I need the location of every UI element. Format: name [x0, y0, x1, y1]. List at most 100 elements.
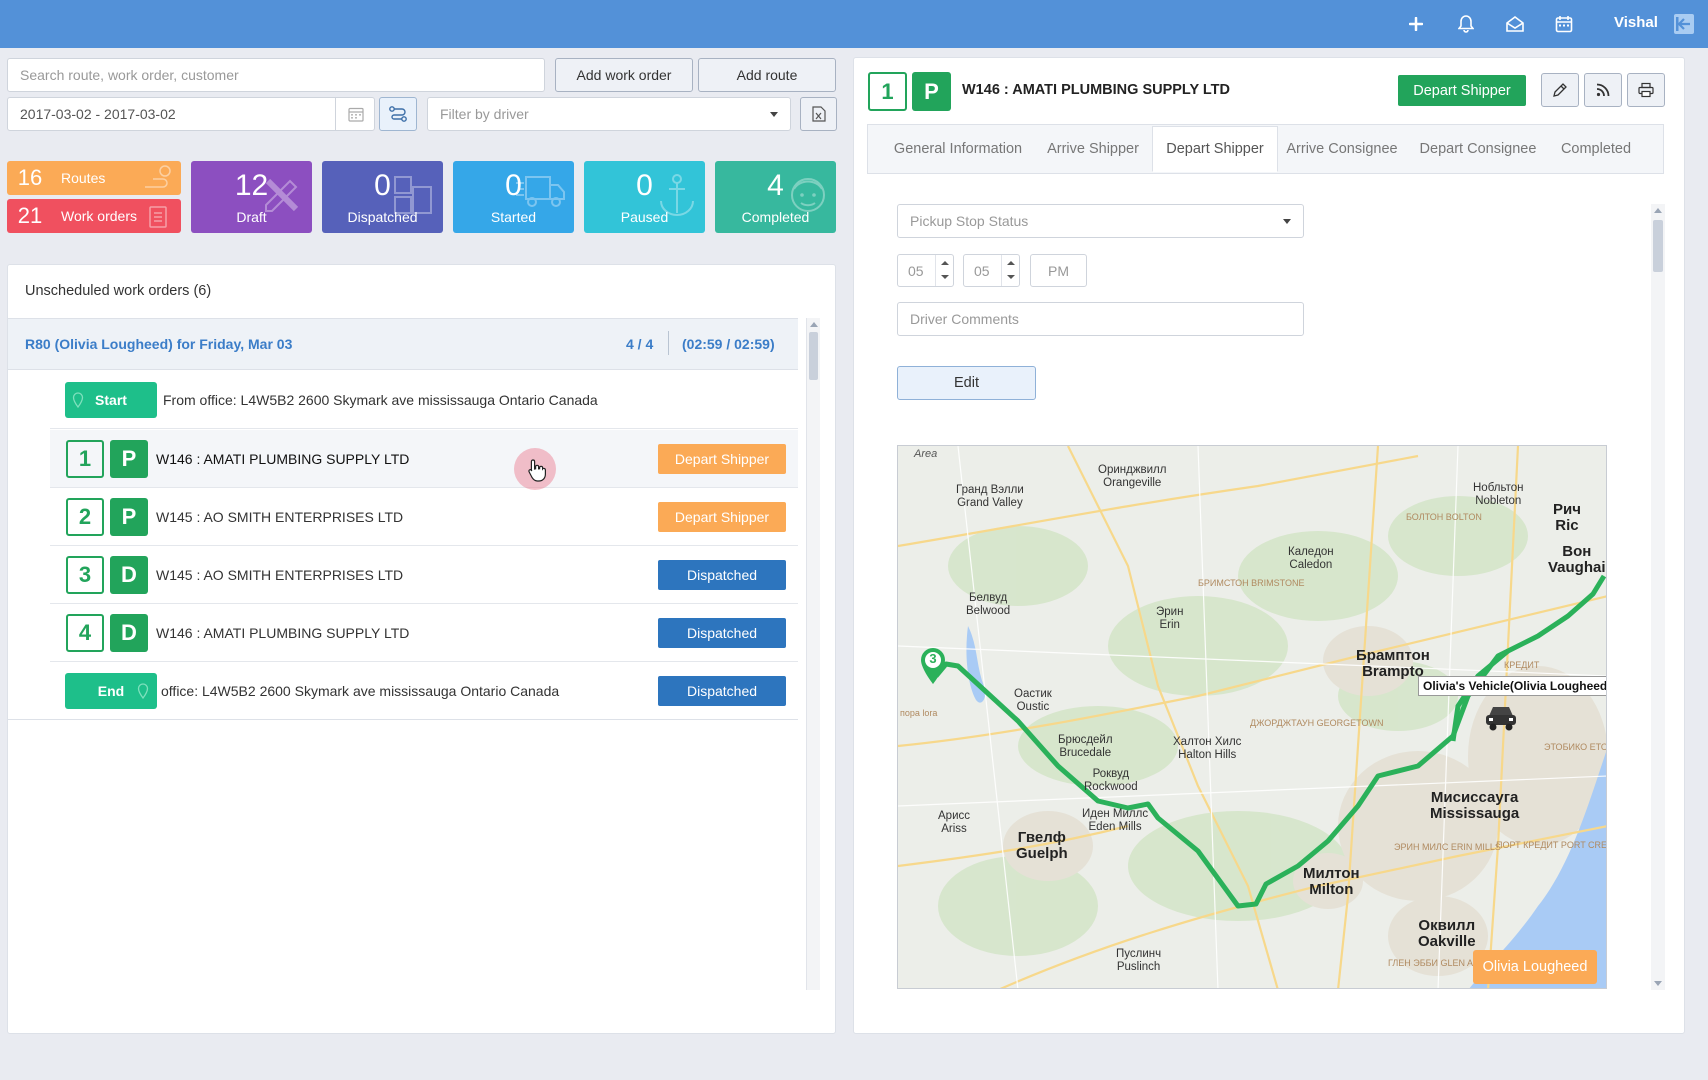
route-stop-row[interactable]: 4 D W146 : AMATI PLUMBING SUPPLY LTD Dis…: [50, 604, 798, 662]
bell-icon[interactable]: [1454, 12, 1478, 36]
map-place-label: Арисс Ariss: [938, 810, 970, 835]
tab-general-information[interactable]: General Information: [878, 126, 1038, 172]
vehicle-tooltip[interactable]: Olivia's Vehicle(Olivia Lougheed: [1418, 676, 1606, 696]
scroll-down-icon[interactable]: [1654, 981, 1662, 986]
map-place-label: Оастик Oustic: [1014, 688, 1052, 713]
unscheduled-title[interactable]: Unscheduled work orders (6): [25, 283, 211, 299]
map-district-label: ДЖОРДЖТАУН GEORGETOWN: [1250, 718, 1384, 728]
stop-type: D: [110, 613, 148, 652]
driver-filter-select[interactable]: Filter by driver: [427, 97, 791, 131]
route-start-row: Start From office: L4W5B2 2600 Skymark a…: [50, 371, 798, 429]
plus-icon[interactable]: [1404, 12, 1428, 36]
feed-button[interactable]: [1584, 73, 1622, 107]
map-area-label: Area: [914, 448, 938, 460]
driver-comments-input[interactable]: Driver Comments: [897, 302, 1304, 336]
route-icon: [145, 165, 171, 188]
user-name[interactable]: Vishal: [1614, 14, 1658, 31]
detail-status-button[interactable]: Depart Shipper: [1398, 75, 1526, 106]
map-district-label: БРИМСТОН BRIMSTONE: [1198, 578, 1305, 588]
route-stop-row[interactable]: 2 P W145 : AO SMITH ENTERPRISES LTD Depa…: [50, 488, 798, 546]
edit-button[interactable]: [1541, 73, 1579, 107]
arrow-up-icon[interactable]: [941, 261, 949, 265]
scroll-thumb[interactable]: [809, 332, 818, 380]
stop-number: 3: [66, 555, 104, 594]
dispatched-stat[interactable]: 0 Dispatched: [322, 161, 443, 233]
hour-stepper[interactable]: 05: [897, 254, 954, 287]
routes-stat[interactable]: 16 Routes: [7, 161, 181, 195]
started-label: Started: [490, 209, 537, 225]
arrow-up-icon[interactable]: [1007, 261, 1015, 265]
add-work-order-button[interactable]: Add work order: [555, 58, 693, 92]
arrow-down-icon[interactable]: [941, 275, 949, 279]
route-stop-row[interactable]: 3 D W145 : AO SMITH ENTERPRISES LTD Disp…: [50, 546, 798, 604]
add-route-button[interactable]: Add route: [698, 58, 836, 92]
route-stop-row[interactable]: 1 P W146 : AMATI PLUMBING SUPPLY LTD Dep…: [50, 430, 798, 488]
pickup-status-placeholder: Pickup Stop Status: [910, 213, 1029, 229]
driver-badge[interactable]: Olivia Lougheed: [1473, 950, 1597, 984]
pickup-status-select[interactable]: Pickup Stop Status: [897, 204, 1304, 238]
stepper-arrows[interactable]: [1001, 255, 1019, 286]
started-stat[interactable]: 0 Started: [453, 161, 574, 233]
arrow-down-icon[interactable]: [1007, 275, 1015, 279]
detail-stop-number: 1: [868, 72, 907, 111]
date-range-input[interactable]: 2017-03-02 - 2017-03-02: [7, 97, 375, 131]
route-title[interactable]: R80 (Olivia Lougheed) for Friday, Mar 03: [25, 336, 292, 352]
scrollbar[interactable]: [1651, 204, 1665, 990]
start-button[interactable]: Start: [65, 381, 157, 418]
completed-stat[interactable]: 4 Completed: [715, 161, 836, 233]
tab-depart-consignee[interactable]: Depart Consignee: [1410, 126, 1546, 172]
tab-arrive-consignee[interactable]: Arrive Consignee: [1278, 126, 1406, 172]
stop-status-button[interactable]: Dispatched: [658, 559, 786, 590]
route-map[interactable]: 3 Area Оринджвилл Orangeville Гранд Вэлли…: [897, 445, 1607, 989]
stop-status-button[interactable]: Depart Shipper: [658, 501, 786, 532]
stop-status-button[interactable]: Depart Shipper: [658, 443, 786, 474]
draft-label: Draft: [236, 209, 267, 225]
scroll-up-icon[interactable]: [810, 322, 818, 327]
scrollbar[interactable]: [806, 318, 820, 990]
stop-status-button[interactable]: Dispatched: [658, 617, 786, 648]
inbox-icon[interactable]: [1503, 12, 1527, 36]
end-button[interactable]: End: [65, 672, 157, 709]
calendar-icon[interactable]: [335, 97, 375, 131]
route-end-row: End office: L4W5B2 2600 Skymark ave miss…: [8, 662, 798, 720]
routes-count: 16: [17, 165, 43, 190]
tab-completed[interactable]: Completed: [1550, 126, 1642, 172]
logout-icon[interactable]: [1672, 12, 1696, 36]
print-button[interactable]: [1627, 73, 1665, 107]
minute-stepper[interactable]: 05: [963, 254, 1020, 287]
scroll-thumb[interactable]: [1653, 220, 1663, 272]
tab-depart-shipper[interactable]: Depart Shipper: [1152, 126, 1278, 172]
scroll-up-icon[interactable]: [1654, 208, 1662, 213]
tab-arrive-shipper[interactable]: Arrive Shipper: [1038, 126, 1148, 172]
calendar-icon[interactable]: [1552, 12, 1576, 36]
edit-form-button[interactable]: Edit: [897, 366, 1036, 400]
map-district-label: ЭРИН МИЛС ERIN MILLS: [1394, 842, 1501, 852]
stop-number: 4: [66, 613, 104, 652]
work-orders-stat[interactable]: 21 Work orders: [7, 199, 181, 233]
map-district-label: ЭТОБИКО ETOBICOKE: [1544, 742, 1606, 752]
started-count: 0: [505, 169, 522, 202]
stepper-arrows[interactable]: [935, 255, 953, 286]
route-toggle-button[interactable]: [379, 97, 417, 131]
pencil-icon: [1553, 83, 1567, 97]
car-icon[interactable]: [1483, 702, 1519, 732]
map-place-label: Вон Vaughai: [1548, 543, 1606, 576]
stop-type: D: [110, 555, 148, 594]
search-input[interactable]: Search route, work order, customer: [7, 58, 545, 92]
map-district-label: БОЛТОН BOLTON: [1406, 512, 1482, 522]
ampm-toggle[interactable]: PM: [1030, 254, 1087, 287]
paused-stat[interactable]: 0 Paused: [584, 161, 705, 233]
map-place-label: Пуслинч Puslinch: [1116, 948, 1162, 973]
map-place-label: Гвелф Guelph: [1016, 829, 1068, 862]
map-district-label: ПОРТ КРЕДИТ PORT CREDIT: [1496, 840, 1607, 850]
map-place-label: Рич Ric: [1553, 501, 1581, 534]
draft-stat[interactable]: 12 Draft: [191, 161, 312, 233]
map-marker[interactable]: 3: [918, 646, 948, 686]
stop-name: W146 : AMATI PLUMBING SUPPLY LTD: [156, 450, 410, 467]
end-status-button[interactable]: Dispatched: [658, 675, 786, 706]
detail-stop-type: P: [912, 72, 951, 111]
route-header[interactable]: R80 (Olivia Lougheed) for Friday, Mar 03…: [8, 318, 798, 370]
export-excel-button[interactable]: [800, 97, 837, 131]
map-marker-label: 3: [929, 651, 937, 666]
map-place-label: Оринджвилл Orangeville: [1098, 464, 1167, 489]
